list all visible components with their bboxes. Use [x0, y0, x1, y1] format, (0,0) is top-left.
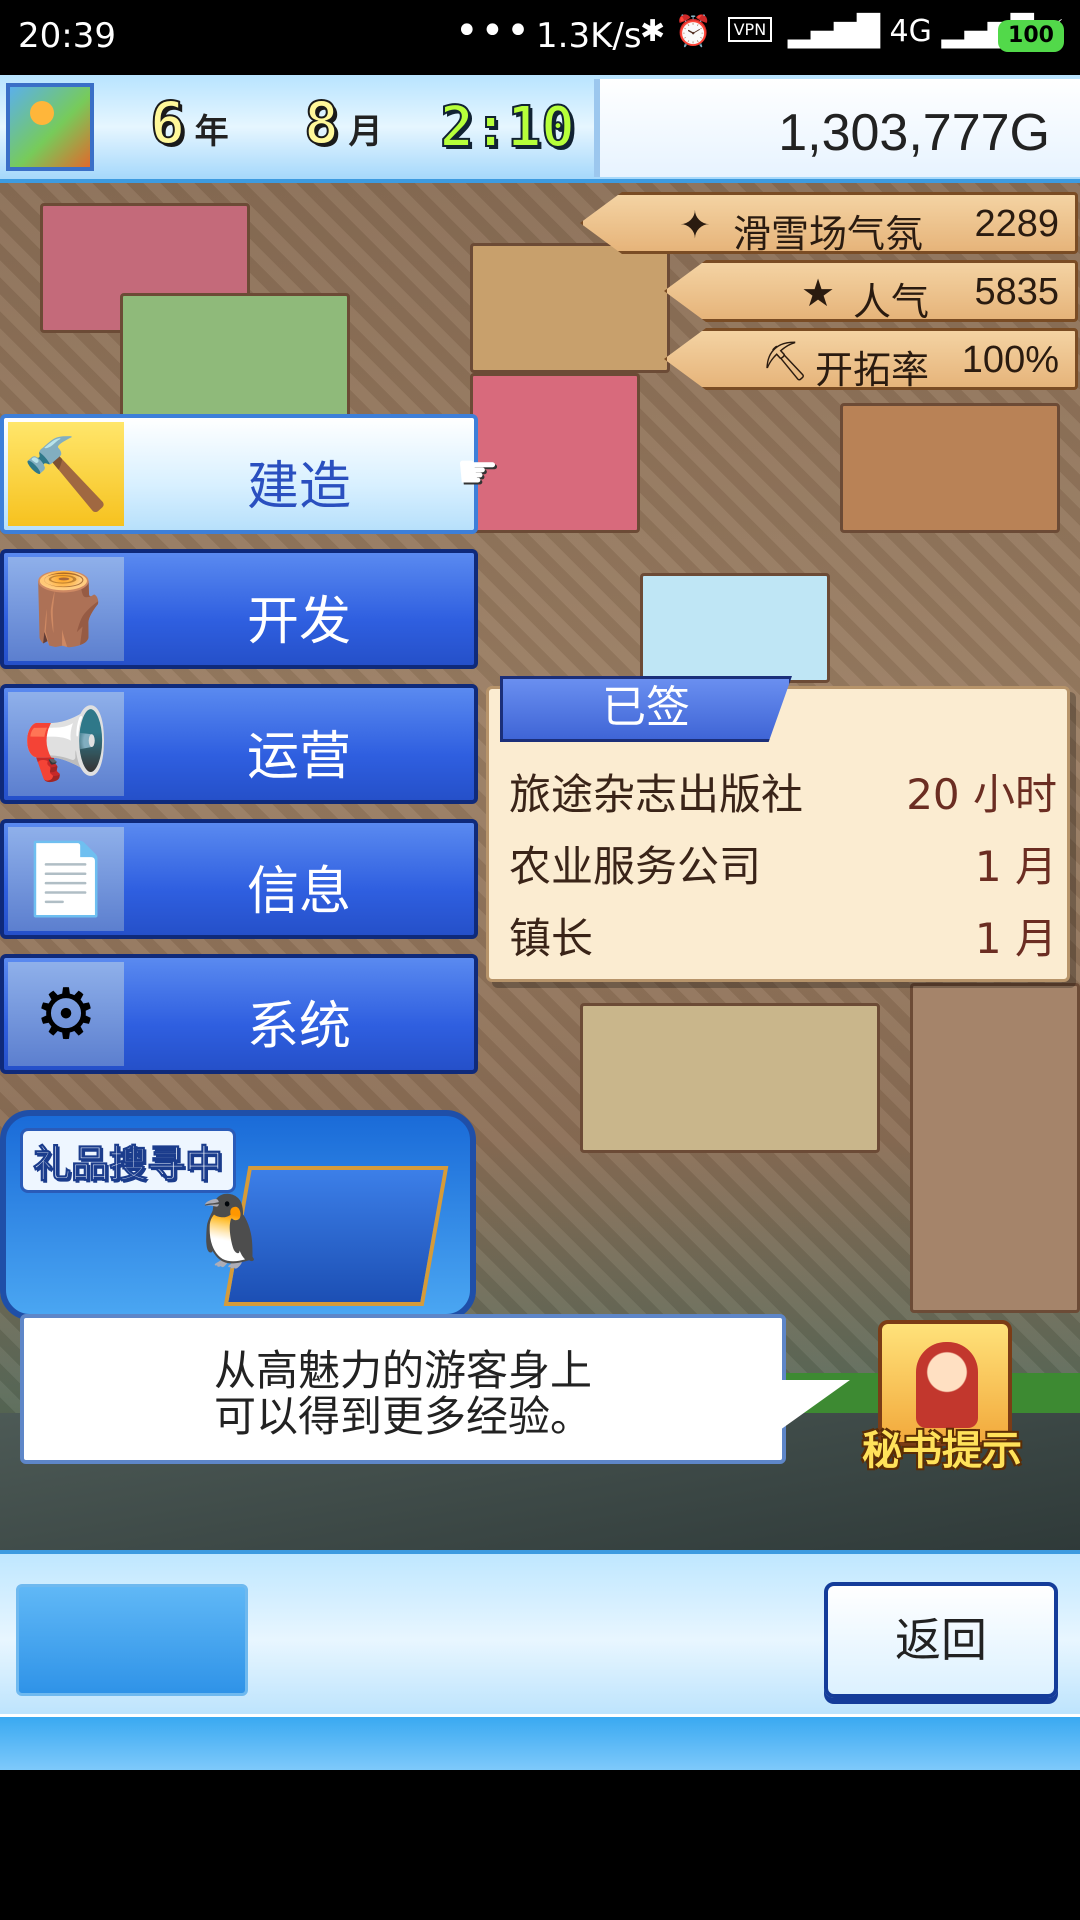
stat-label: 人气 — [853, 280, 930, 324]
menu-label: 系统 — [246, 997, 351, 1057]
menu-label: 运营 — [246, 727, 351, 787]
gift-search-title: 礼品搜寻中 — [20, 1128, 237, 1193]
star-icon: ★ — [801, 271, 836, 315]
contract-name: 镇长 — [509, 914, 594, 963]
signed-tab: 已签 — [500, 676, 792, 742]
year-number: 6 — [149, 88, 186, 158]
month-display: 8 月 — [303, 88, 383, 158]
year-display: 6 年 — [149, 88, 229, 158]
contract-duration: 20 小时 — [906, 770, 1057, 819]
sparkle-icon: ✦ — [679, 203, 711, 247]
locker-room[interactable] — [910, 983, 1080, 1313]
vpn-icon: VPN — [727, 17, 773, 42]
top-header: 6 年 8 月 2:10 1,303,777G — [0, 75, 1080, 183]
stat-development: ⛏ 开拓率 100% — [664, 328, 1078, 390]
stat-value: 2289 — [974, 203, 1059, 245]
stat-atmosphere: ✦ 滑雪场气氛 2289 — [580, 192, 1078, 254]
pointer-hand-icon: ☛ — [456, 444, 500, 500]
menu-label: 建造 — [246, 457, 351, 517]
gear-icon: ⚙ — [8, 962, 124, 1066]
contract-name: 旅途杂志出版社 — [509, 770, 804, 819]
bluetooth-icon: ✱ — [640, 14, 666, 49]
lodging-room[interactable] — [120, 293, 350, 433]
network-type: 4G — [889, 14, 932, 49]
navigation-area — [0, 1770, 1080, 1920]
stat-label: 开拓率 — [815, 348, 930, 392]
stat-label: 滑雪场气氛 — [733, 212, 924, 256]
status-bar: 20:39 ••• 1.3K/s ✱ ⏰ VPN ▂▄▆█ 4G ▂▄▆█ ⚡ … — [0, 0, 1080, 75]
menu-operate-button[interactable]: 📢 运营 — [0, 684, 478, 804]
secretary-tip-bubble[interactable]: 从高魅力的游客身上 可以得到更多经验。 — [20, 1314, 786, 1464]
bottom-strip — [0, 1714, 1080, 1770]
secretary-label: 秘书提示 — [862, 1428, 1022, 1474]
contract-row: 镇长 1 月 — [509, 905, 1057, 966]
network-speed: 1.3K/s — [536, 16, 642, 56]
stat-popularity: ★ 人气 5835 — [664, 260, 1078, 322]
game-clock: 2:10 — [439, 94, 576, 161]
stat-value: 100% — [961, 339, 1059, 381]
shop-room[interactable] — [470, 243, 670, 373]
contract-duration: 1 月 — [974, 914, 1057, 963]
log-icon: 🪵 — [8, 557, 124, 661]
year-unit: 年 — [194, 112, 229, 152]
secretary-avatar-icon — [916, 1342, 978, 1428]
menu-label: 信息 — [246, 862, 351, 922]
stat-value: 5835 — [974, 271, 1059, 313]
bottom-bar: 返回 — [0, 1550, 1080, 1770]
menu-develop-button[interactable]: 🪵 开发 — [0, 549, 478, 669]
battery-icon: 100 — [998, 20, 1064, 52]
money-amount: 1,303,777G — [778, 104, 1050, 162]
contract-name: 农业服务公司 — [509, 842, 762, 891]
back-button[interactable]: 返回 — [824, 1582, 1058, 1698]
gift-search-panel[interactable]: 礼品搜寻中 🐧 — [0, 1110, 476, 1320]
signal-icon: ▂▄▆█ — [787, 14, 880, 49]
empty-slot-button[interactable] — [16, 1584, 248, 1696]
contract-duration: 1 月 — [974, 842, 1057, 891]
money-panel: 1,303,777G — [594, 79, 1080, 177]
menu-system-button[interactable]: ⚙ 系统 — [0, 954, 478, 1074]
menu-label: 开发 — [246, 592, 351, 652]
pickaxe-icon: ⛏ — [761, 339, 810, 383]
status-time: 20:39 — [18, 16, 116, 56]
month-unit: 月 — [348, 112, 383, 152]
document-icon: 📄 — [8, 827, 124, 931]
town-emblem-icon[interactable] — [6, 83, 94, 171]
hammer-icon: 🔨 — [8, 422, 124, 526]
rental-shop[interactable] — [580, 1003, 880, 1153]
alarm-icon: ⏰ — [674, 14, 713, 49]
megaphone-icon: 📢 — [8, 692, 124, 796]
restaurant-room[interactable] — [840, 403, 1060, 533]
contract-row: 农业服务公司 1 月 — [509, 833, 1057, 894]
tip-line-1: 从高魅力的游客身上 — [213, 1346, 592, 1395]
penguin-icon: 🐧 — [186, 1190, 274, 1272]
menu-info-button[interactable]: 📄 信息 — [0, 819, 478, 939]
ice-rink[interactable] — [640, 573, 830, 683]
month-number: 8 — [303, 88, 340, 158]
menu-build-button[interactable]: 🔨 建造 — [0, 414, 478, 534]
overflow-dots-icon: ••• — [455, 8, 532, 54]
contract-row: 旅途杂志出版社 20 小时 — [509, 761, 1057, 822]
tip-line-2: 可以得到更多经验。 — [213, 1392, 592, 1441]
